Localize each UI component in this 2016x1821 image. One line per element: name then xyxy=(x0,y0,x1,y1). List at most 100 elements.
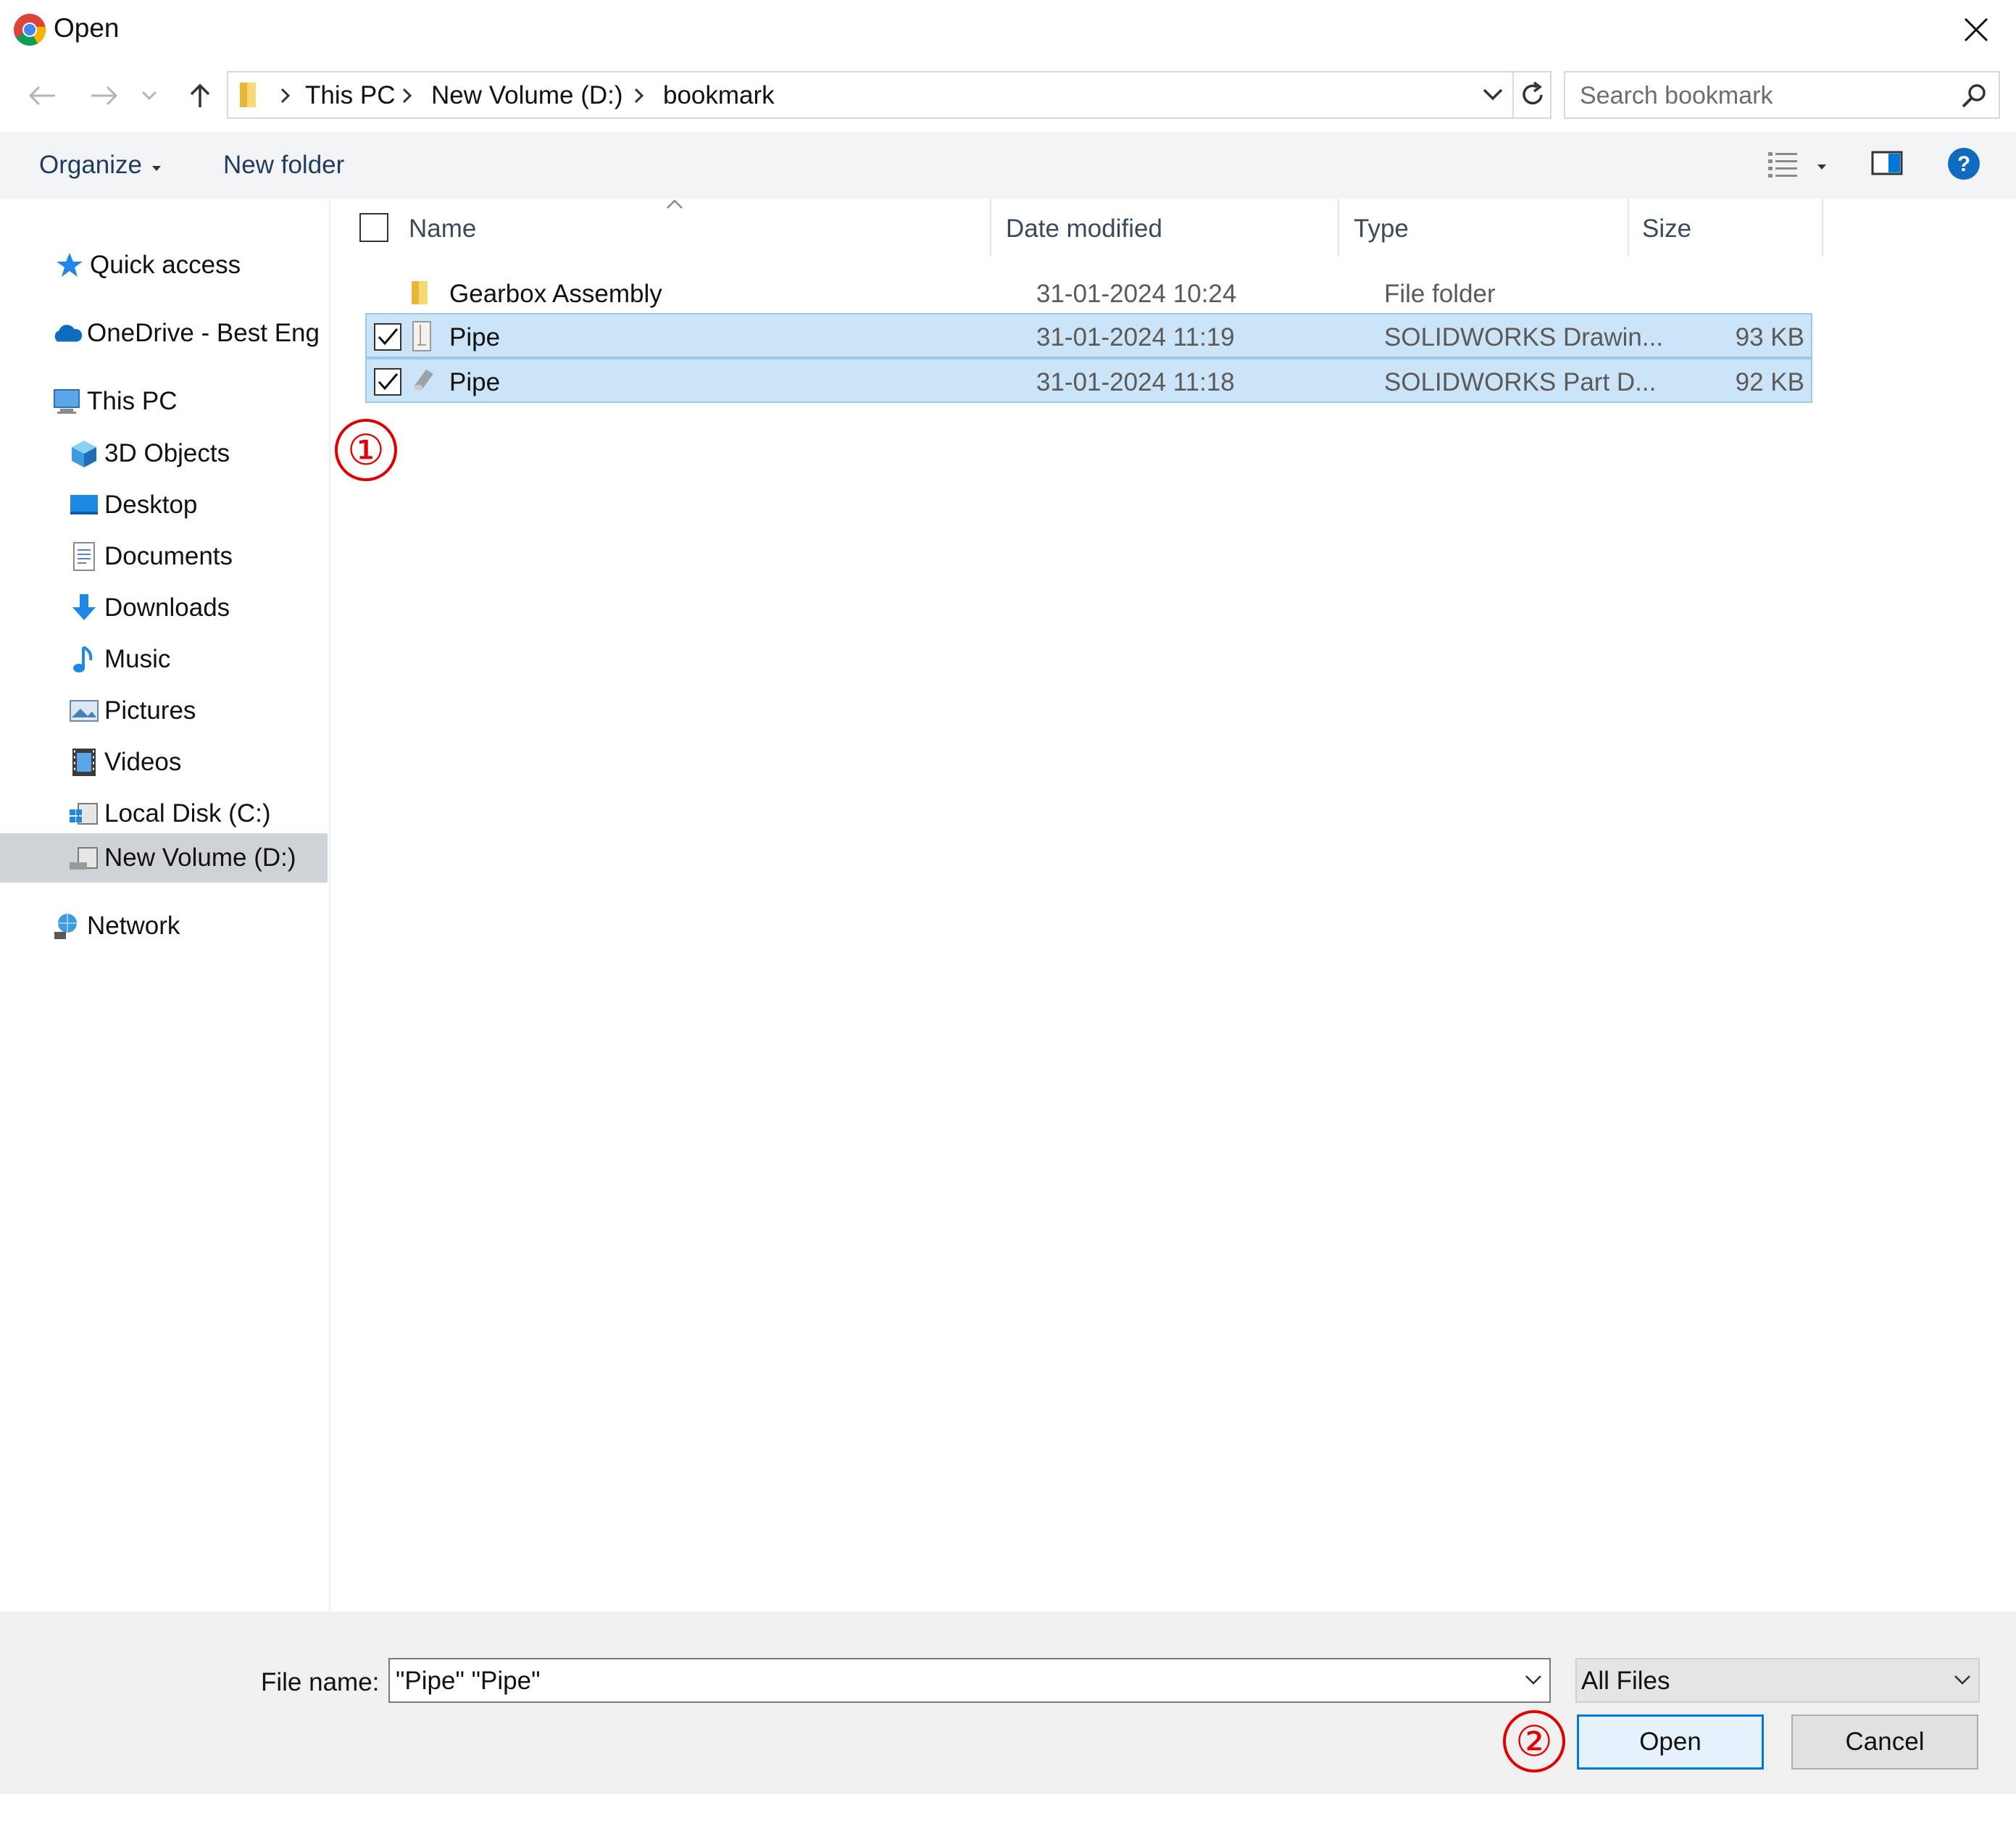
column-header-date-modified[interactable]: Date modified xyxy=(1006,214,1162,243)
sidebar-item-network[interactable]: Network xyxy=(51,901,180,951)
sidebar-item-label: Documents xyxy=(104,542,233,570)
file-name: Gearbox Assembly xyxy=(449,280,662,308)
sidebar-item-downloads[interactable]: Downloads xyxy=(68,583,230,633)
file-name-label: File name: xyxy=(261,1668,380,1696)
command-toolbar: Organize New folder ? xyxy=(0,132,2016,199)
video-icon xyxy=(68,746,100,778)
network-icon xyxy=(51,910,83,942)
sidebar-item-new-volume-d[interactable]: New Volume (D:) xyxy=(0,833,328,883)
computer-icon xyxy=(51,386,83,417)
chevron-down-icon[interactable] xyxy=(1954,1674,1971,1689)
column-header-name[interactable]: Name xyxy=(409,214,476,243)
column-divider[interactable] xyxy=(1338,199,1339,257)
drive-icon xyxy=(68,798,100,830)
row-checkbox-checked[interactable] xyxy=(374,323,401,351)
preview-pane-icon[interactable] xyxy=(1871,151,1903,179)
music-icon xyxy=(68,643,100,675)
sidebar-item-videos[interactable]: Videos xyxy=(68,738,181,787)
sidebar-item-documents[interactable]: Documents xyxy=(68,532,233,581)
search-placeholder: Search bookmark xyxy=(1580,82,1773,109)
sidebar-item-quick-access[interactable]: Quick access xyxy=(54,241,241,290)
solidworks-part-icon xyxy=(410,367,435,396)
document-icon xyxy=(68,541,100,572)
search-input[interactable]: Search bookmark xyxy=(1564,71,2000,119)
pictures-icon xyxy=(68,695,100,727)
file-list: Name Date modified Type Size Gearbox Ass… xyxy=(332,199,2016,1612)
new-folder-button[interactable]: New folder xyxy=(223,151,344,180)
column-divider[interactable] xyxy=(1822,199,1823,257)
desktop-icon xyxy=(68,489,100,521)
sidebar-item-label: Pictures xyxy=(104,696,196,725)
back-arrow-icon[interactable] xyxy=(22,75,62,116)
column-header-type[interactable]: Type xyxy=(1354,214,1409,243)
sidebar-item-pictures[interactable]: Pictures xyxy=(68,686,196,736)
column-divider[interactable] xyxy=(990,199,991,257)
file-size: 92 KB xyxy=(1735,368,1804,396)
refresh-icon[interactable] xyxy=(1520,81,1546,112)
file-dialog-footer: File name: "Pipe" "Pipe" All Files Open … xyxy=(0,1612,2016,1794)
sidebar-item-this-pc[interactable]: This PC xyxy=(51,377,177,426)
sidebar-item-label: Downloads xyxy=(104,593,230,622)
download-icon xyxy=(68,592,100,624)
file-type: File folder xyxy=(1384,280,1496,308)
sidebar-item-label: 3D Objects xyxy=(104,439,230,467)
sidebar-item-3d-objects[interactable]: 3D Objects xyxy=(68,429,230,478)
sidebar-item-label: OneDrive - Best Eng xyxy=(87,319,320,347)
navigation-pane: Quick access OneDrive - Best Eng This PC… xyxy=(0,199,330,1612)
folder-icon xyxy=(237,80,259,110)
file-row-pipe-drawing[interactable]: Pipe 31-01-2024 11:19 SOLIDWORKS Drawin.… xyxy=(365,313,1812,358)
file-type: SOLIDWORKS Part D... xyxy=(1384,368,1657,396)
file-type: SOLIDWORKS Drawin... xyxy=(1384,323,1664,351)
organize-button[interactable]: Organize xyxy=(39,151,142,180)
sidebar-item-label: Desktop xyxy=(104,491,198,519)
file-name-input[interactable]: "Pipe" "Pipe" xyxy=(388,1658,1551,1703)
column-header-size[interactable]: Size xyxy=(1642,214,1691,243)
file-size: 93 KB xyxy=(1735,323,1804,351)
row-checkbox-checked[interactable] xyxy=(374,368,401,396)
select-all-checkbox[interactable] xyxy=(359,213,388,242)
sidebar-item-music[interactable]: Music xyxy=(68,635,170,684)
chevron-down-icon[interactable] xyxy=(136,75,162,116)
help-icon[interactable]: ? xyxy=(1946,146,1981,185)
cancel-button[interactable]: Cancel xyxy=(1791,1714,1978,1770)
details-view-icon[interactable] xyxy=(1767,149,1799,182)
forward-arrow-icon[interactable] xyxy=(84,75,125,116)
breadcrumb-this-pc[interactable]: This PC xyxy=(305,81,395,110)
sidebar-item-local-disk-c[interactable]: Local Disk (C:) xyxy=(68,789,270,838)
sidebar-item-label: Quick access xyxy=(90,251,241,279)
chevron-down-icon[interactable] xyxy=(1525,1674,1542,1689)
chevron-down-icon[interactable] xyxy=(1482,87,1504,107)
breadcrumb-new-volume[interactable]: New Volume (D:) xyxy=(431,81,623,110)
file-row-gearbox-assembly[interactable]: Gearbox Assembly 31-01-2024 10:24 File f… xyxy=(365,271,1812,316)
address-bar[interactable]: This PC New Volume (D:) bookmark xyxy=(227,71,1551,119)
caret-down-icon xyxy=(152,162,161,175)
file-date: 31-01-2024 11:19 xyxy=(1036,323,1235,351)
chrome-icon xyxy=(13,13,46,46)
window-title: Open xyxy=(54,13,120,43)
sidebar-item-desktop[interactable]: Desktop xyxy=(68,480,197,530)
file-type-select[interactable]: All Files xyxy=(1575,1658,1980,1703)
sidebar-item-onedrive[interactable]: OneDrive - Best Eng xyxy=(51,309,320,358)
sidebar-item-label: Network xyxy=(87,912,180,940)
file-name: Pipe xyxy=(449,368,501,396)
open-button[interactable]: Open xyxy=(1577,1714,1764,1770)
annotation-step-1: ① xyxy=(335,419,397,481)
file-date: 31-01-2024 11:18 xyxy=(1036,368,1235,396)
sidebar-item-label: Videos xyxy=(104,748,182,776)
cube-icon xyxy=(68,438,100,470)
file-date: 31-01-2024 10:24 xyxy=(1036,280,1237,308)
svg-text:?: ? xyxy=(1957,152,1970,176)
breadcrumb-bookmark[interactable]: bookmark xyxy=(663,81,775,110)
divider xyxy=(1512,72,1514,117)
window-bottom-edge xyxy=(0,1794,2016,1821)
chevron-right-icon xyxy=(399,86,415,106)
close-icon[interactable] xyxy=(1936,0,2016,59)
column-divider[interactable] xyxy=(1628,199,1629,257)
caret-down-icon[interactable] xyxy=(1817,161,1826,174)
star-icon xyxy=(54,249,86,281)
up-arrow-icon[interactable] xyxy=(180,75,220,116)
annotation-step-2: ② xyxy=(1503,1710,1565,1772)
file-row-pipe-part[interactable]: Pipe 31-01-2024 11:18 SOLIDWORKS Part D.… xyxy=(365,358,1812,403)
search-icon[interactable] xyxy=(1961,83,1987,112)
folder-icon xyxy=(409,278,430,311)
